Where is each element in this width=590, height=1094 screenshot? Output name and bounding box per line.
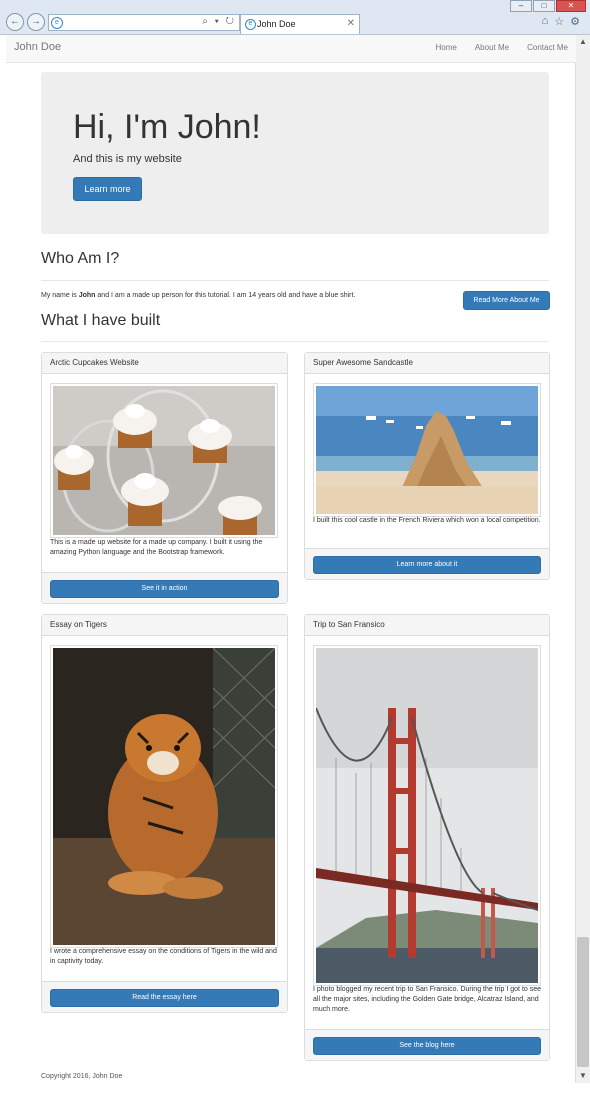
about-text-end: and I am a made up person for this tutor…: [95, 292, 356, 299]
panel-footer: Read the essay here: [42, 981, 287, 1012]
learn-more-about-it-button[interactable]: Learn more about it: [313, 556, 541, 574]
project-panel-sandcastle: Super Awesome Sandcastle I built this co…: [304, 352, 550, 580]
address-tools[interactable]: ⌕ ▾ ↻: [202, 16, 236, 27]
maximize-button[interactable]: □: [533, 0, 555, 12]
cupcakes-image: [50, 383, 278, 538]
navbar-brand[interactable]: John Doe: [14, 41, 61, 53]
gear-icon[interactable]: ⚙: [570, 15, 580, 28]
see-it-in-action-button[interactable]: See it in action: [50, 580, 279, 598]
panel-title: Trip to San Fransico: [305, 615, 549, 636]
about-name: John: [78, 292, 96, 299]
nav-link-home[interactable]: Home: [436, 43, 457, 52]
built-heading: What I have built: [41, 312, 161, 329]
ie-page-icon: e: [51, 17, 63, 29]
read-more-about-button[interactable]: Read More About Me: [463, 291, 550, 310]
scroll-thumb[interactable]: [577, 937, 589, 1067]
see-the-blog-button[interactable]: See the blog here: [313, 1037, 541, 1055]
sandcastle-image: [313, 383, 541, 517]
address-bar[interactable]: e ⌕ ▾ ↻: [48, 14, 240, 31]
nav-link-about[interactable]: About Me: [475, 43, 509, 52]
browser-tab[interactable]: e John Doe ✕: [240, 14, 360, 34]
forward-icon[interactable]: →: [27, 13, 45, 31]
panel-footer: See the blog here: [305, 1029, 549, 1060]
tab-ie-icon: e: [245, 19, 256, 30]
hero-subtitle: And this is my website: [73, 153, 182, 165]
about-text: My name is John and I am a made up perso…: [41, 292, 355, 299]
hero-jumbotron: Hi, I'm John! And this is my website Lea…: [41, 72, 549, 234]
project-panel-san-fransico: Trip to San Fransico I photo blogged my …: [304, 614, 550, 1061]
panel-description: I wrote a comprehensive essay on the con…: [50, 948, 277, 965]
hero-title: Hi, I'm John!: [73, 108, 261, 146]
built-divider: [41, 341, 549, 342]
about-text-start: My name is: [41, 292, 79, 299]
tab-title: John Doe: [257, 19, 296, 29]
browser-toolbar-icons: ⌂ ☆ ⚙: [542, 15, 580, 28]
star-icon[interactable]: ☆: [554, 15, 564, 28]
navbar-links: Home About Me Contact Me: [436, 43, 569, 52]
tiger-image: [50, 645, 278, 948]
browser-chrome: – □ ✕ ← → e ⌕ ▾ ↻ e John Doe ✕ ⌂ ☆ ⚙: [0, 0, 590, 35]
footer-copyright: Copyright 2016, John Doe: [41, 1073, 123, 1080]
panel-title: Arctic Cupcakes Website: [42, 353, 287, 374]
project-panel-tigers: Essay on Tigers I wrote a comprehensive …: [41, 614, 288, 1013]
close-window-button[interactable]: ✕: [556, 0, 586, 12]
minimize-button[interactable]: –: [510, 0, 532, 12]
panel-description: I photo blogged my recent trip to San Fr…: [313, 986, 542, 1013]
learn-more-button[interactable]: Learn more: [73, 177, 142, 201]
about-divider: [41, 280, 549, 281]
nav-link-contact[interactable]: Contact Me: [527, 43, 568, 52]
project-panel-cupcakes: Arctic Cupcakes Website This is a made u…: [41, 352, 288, 604]
site-navbar: John Doe Home About Me Contact Me: [6, 35, 576, 63]
back-icon[interactable]: ←: [6, 13, 24, 31]
scroll-up-icon[interactable]: ▲: [578, 37, 588, 47]
panel-title: Super Awesome Sandcastle: [305, 353, 549, 374]
panel-footer: Learn more about it: [305, 548, 549, 579]
golden-gate-image: [313, 645, 541, 986]
panel-title: Essay on Tigers: [42, 615, 287, 636]
panel-description: This is a made up website for a made up …: [50, 539, 263, 556]
window-controls: – □ ✕: [510, 0, 586, 12]
about-heading: Who Am I?: [41, 250, 120, 267]
read-the-essay-button[interactable]: Read the essay here: [50, 989, 279, 1007]
scroll-down-icon[interactable]: ▼: [578, 1071, 588, 1081]
home-icon[interactable]: ⌂: [542, 15, 549, 28]
panel-footer: See it in action: [42, 572, 287, 603]
panel-description: I built this cool castle in the French R…: [313, 517, 541, 524]
page-scrollbar[interactable]: ▲ ▼: [575, 35, 590, 1083]
tab-close-icon[interactable]: ✕: [347, 18, 355, 29]
